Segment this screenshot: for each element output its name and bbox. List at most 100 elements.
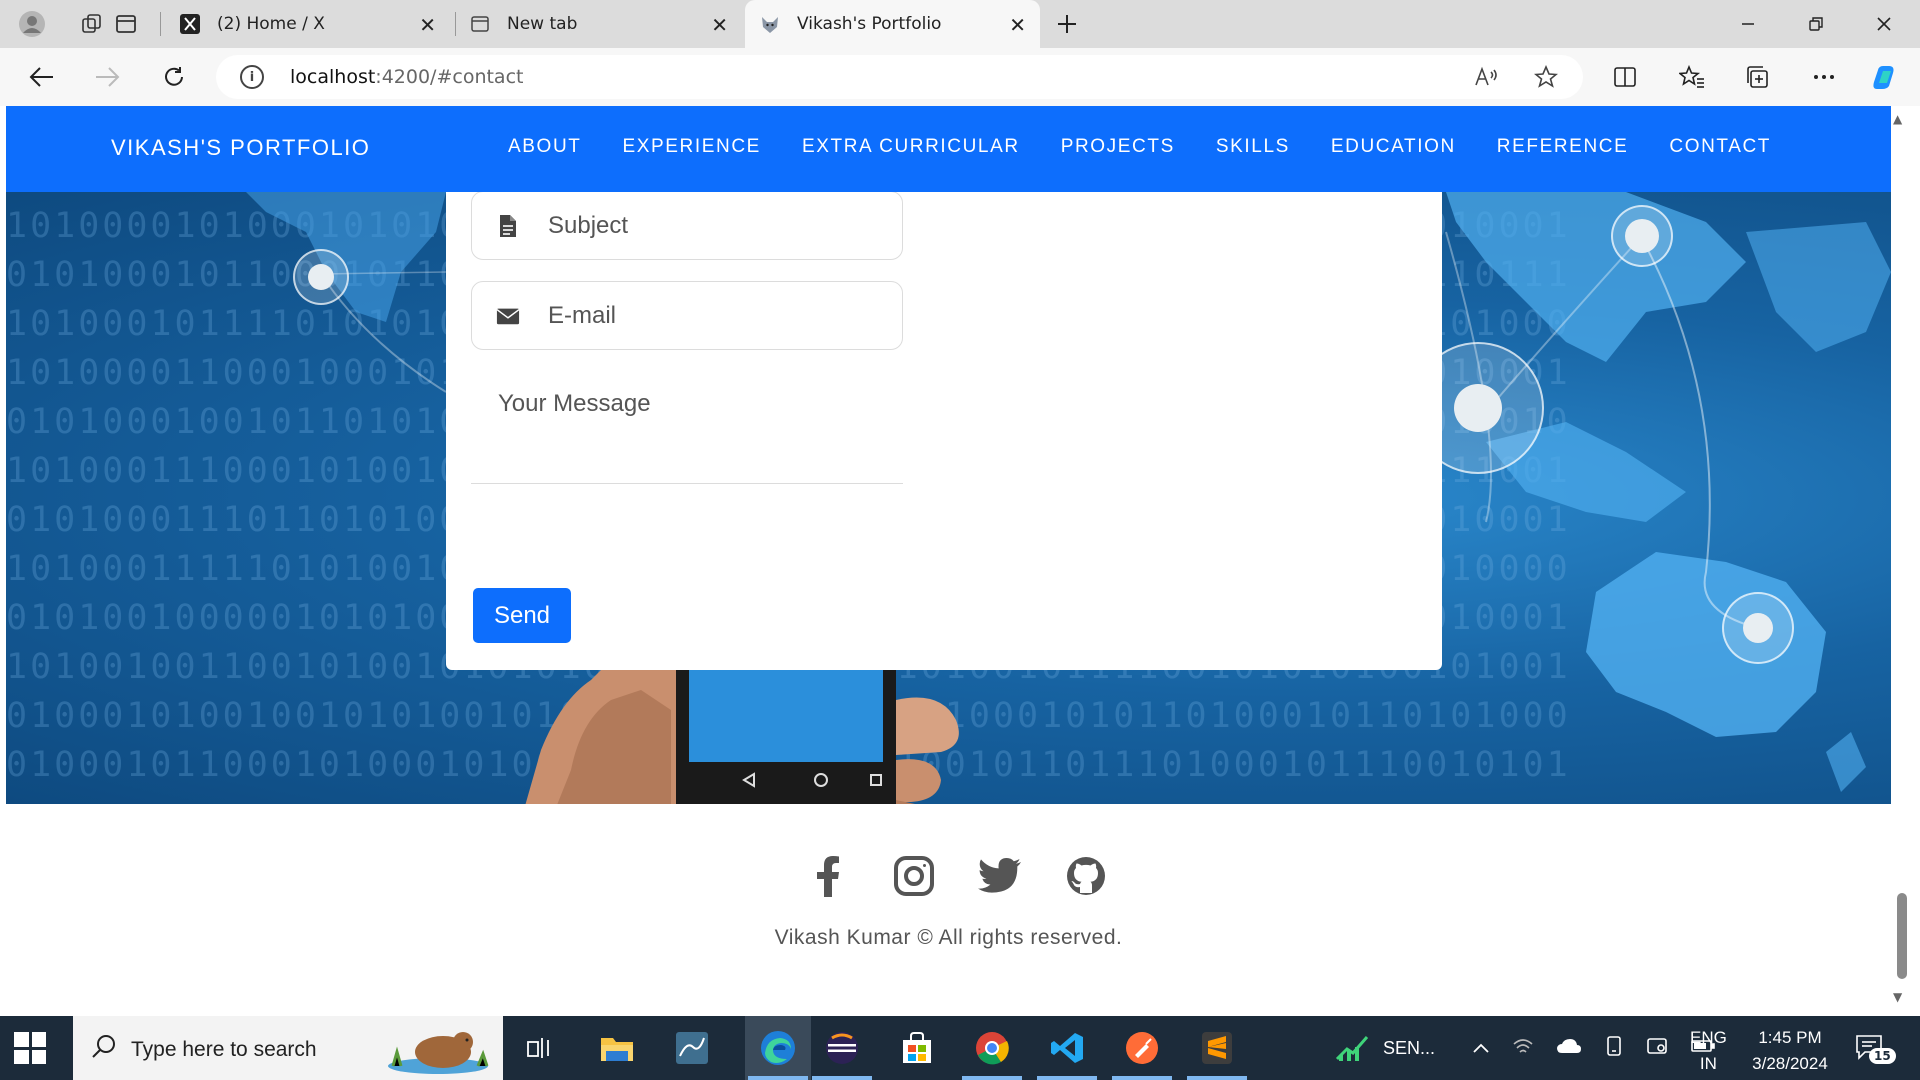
url-text[interactable]: localhost:4200/#contact: [290, 66, 523, 88]
file-explorer-icon[interactable]: [595, 1026, 639, 1070]
email-field[interactable]: E-mail: [471, 281, 903, 350]
site-navbar: VIKASH'S PORTFOLIO ABOUT EXPERIENCE EXTR…: [6, 106, 1891, 192]
copyright-text: Vikash Kumar © All rights reserved.: [774, 926, 1123, 949]
system-tray: [1472, 1016, 1716, 1080]
x-logo-icon: [179, 13, 201, 35]
nav-link-reference[interactable]: REFERENCE: [1497, 136, 1629, 158]
address-toolbar: i localhost:4200/#contact: [0, 48, 1920, 106]
nav-menu: ABOUT EXPERIENCE EXTRA CURRICULAR PROJEC…: [508, 136, 1771, 158]
vscode-icon[interactable]: [1037, 1026, 1097, 1080]
split-screen-icon[interactable]: [1610, 62, 1640, 92]
tab-strip: (2) Home / X ✕ New tab ✕ Vikash's Portfo…: [0, 0, 1920, 48]
message-textarea[interactable]: Your Message: [471, 372, 903, 484]
task-view-icon[interactable]: [518, 1026, 562, 1070]
github-icon[interactable]: [1064, 854, 1108, 898]
map-node: [293, 249, 349, 305]
back-arrow-icon[interactable]: [24, 59, 60, 95]
subject-field[interactable]: Subject: [471, 191, 903, 260]
collections-icon[interactable]: [1743, 62, 1773, 92]
site-brand[interactable]: VIKASH'S PORTFOLIO: [111, 135, 370, 161]
notification-count: 15: [1869, 1048, 1896, 1064]
instagram-icon[interactable]: [892, 854, 936, 898]
scroll-down-icon[interactable]: ▼: [1893, 990, 1902, 1004]
favorites-icon[interactable]: [1677, 62, 1707, 92]
favorite-star-icon[interactable]: [1533, 64, 1559, 95]
nav-link-projects[interactable]: PROJECTS: [1061, 136, 1175, 158]
send-button[interactable]: Send: [473, 588, 571, 643]
more-menu-icon[interactable]: [1809, 62, 1839, 92]
social-links: [806, 854, 1108, 898]
eclipse-ide-icon[interactable]: [812, 1026, 872, 1080]
taskbar-clock[interactable]: 1:45 PM 3/28/2024: [1730, 1025, 1850, 1077]
chevron-up-icon[interactable]: [1472, 1038, 1490, 1059]
map-node: [1722, 592, 1794, 664]
read-aloud-icon[interactable]: [1474, 65, 1500, 95]
search-icon: [91, 1033, 117, 1066]
hand-phone-graphic: [525, 660, 959, 804]
tab-x-home[interactable]: (2) Home / X ✕: [165, 0, 450, 48]
restore-icon[interactable]: [1783, 0, 1849, 48]
windows-taskbar: Type here to search SEN... ENG IN 1:45 P…: [0, 1016, 1920, 1080]
microsoft-store-icon[interactable]: [895, 1026, 939, 1070]
display-icon[interactable]: [1646, 1036, 1668, 1061]
close-tab-icon[interactable]: ✕: [1009, 13, 1026, 37]
new-tab-plus-icon[interactable]: [1050, 7, 1084, 41]
address-bar[interactable]: i localhost:4200/#contact: [216, 55, 1583, 99]
clock-time: 1:45 PM: [1758, 1028, 1822, 1047]
stock-chart-icon: [1335, 1036, 1369, 1061]
nav-link-experience[interactable]: EXPERIENCE: [622, 136, 760, 158]
vertical-tabs-icon[interactable]: [109, 7, 143, 41]
search-placeholder: Type here to search: [131, 1038, 317, 1061]
nav-link-extra-curricular[interactable]: EXTRA CURRICULAR: [802, 136, 1020, 158]
chrome-icon[interactable]: [962, 1026, 1022, 1080]
close-tab-icon[interactable]: ✕: [711, 13, 728, 37]
language-code: ENG: [1690, 1028, 1727, 1047]
profile-icon[interactable]: [15, 7, 49, 41]
region-code: IN: [1699, 1054, 1717, 1073]
workspaces-icon[interactable]: [75, 7, 109, 41]
close-window-icon[interactable]: [1851, 0, 1917, 48]
page-scrollbar[interactable]: [1891, 106, 1920, 1016]
windows-start-icon[interactable]: [14, 1032, 46, 1064]
notifications-icon[interactable]: 15: [1855, 1034, 1896, 1064]
sublime-text-icon[interactable]: [1187, 1026, 1247, 1080]
site-footer: Vikash Kumar © All rights reserved.: [6, 804, 1891, 1016]
subject-placeholder: Subject: [548, 212, 629, 239]
close-tab-icon[interactable]: ✕: [419, 13, 436, 37]
nav-link-education[interactable]: EDUCATION: [1331, 136, 1456, 158]
tab-title: (2) Home / X: [217, 14, 325, 34]
message-placeholder: Your Message: [498, 390, 651, 417]
postman-icon[interactable]: [1112, 1026, 1172, 1080]
forward-arrow-icon[interactable]: [89, 59, 125, 95]
wifi-icon[interactable]: [1512, 1036, 1534, 1061]
refresh-icon[interactable]: [156, 59, 192, 95]
twitter-icon[interactable]: [978, 854, 1022, 898]
clock-date: 3/28/2024: [1752, 1054, 1828, 1073]
edge-browser-icon[interactable]: [745, 1016, 811, 1080]
site-info-icon[interactable]: i: [240, 65, 264, 89]
envelope-icon: [496, 304, 520, 328]
email-placeholder: E-mail: [548, 302, 617, 329]
mysql-workbench-icon[interactable]: [670, 1026, 714, 1070]
tab-vikash-portfolio[interactable]: Vikash's Portfolio ✕: [745, 0, 1040, 48]
page-viewport: VIKASH'S PORTFOLIO ABOUT EXPERIENCE EXTR…: [6, 106, 1891, 1016]
onedrive-cloud-icon[interactable]: [1556, 1038, 1582, 1059]
minimize-icon[interactable]: [1715, 0, 1781, 48]
nav-link-contact[interactable]: CONTACT: [1669, 136, 1771, 158]
stock-widget[interactable]: SEN...: [1335, 1016, 1435, 1080]
facebook-icon[interactable]: [806, 854, 850, 898]
device-icon[interactable]: [1604, 1035, 1624, 1062]
nav-link-about[interactable]: ABOUT: [508, 136, 581, 158]
scroll-thumb[interactable]: [1897, 893, 1907, 979]
tab-new-tab[interactable]: New tab ✕: [455, 0, 742, 48]
wolf-logo-icon: [759, 13, 781, 35]
language-indicator[interactable]: ENG IN: [1690, 1025, 1727, 1077]
stock-label: SEN...: [1383, 1037, 1436, 1058]
taskbar-search[interactable]: Type here to search: [73, 1016, 503, 1080]
capybara-search-highlight-icon: [388, 1032, 489, 1074]
scroll-up-icon[interactable]: ▲: [1893, 112, 1902, 126]
copilot-icon[interactable]: [1869, 62, 1899, 92]
tab-title: Vikash's Portfolio: [797, 14, 942, 34]
map-node: [1611, 205, 1673, 267]
nav-link-skills[interactable]: SKILLS: [1216, 136, 1290, 158]
